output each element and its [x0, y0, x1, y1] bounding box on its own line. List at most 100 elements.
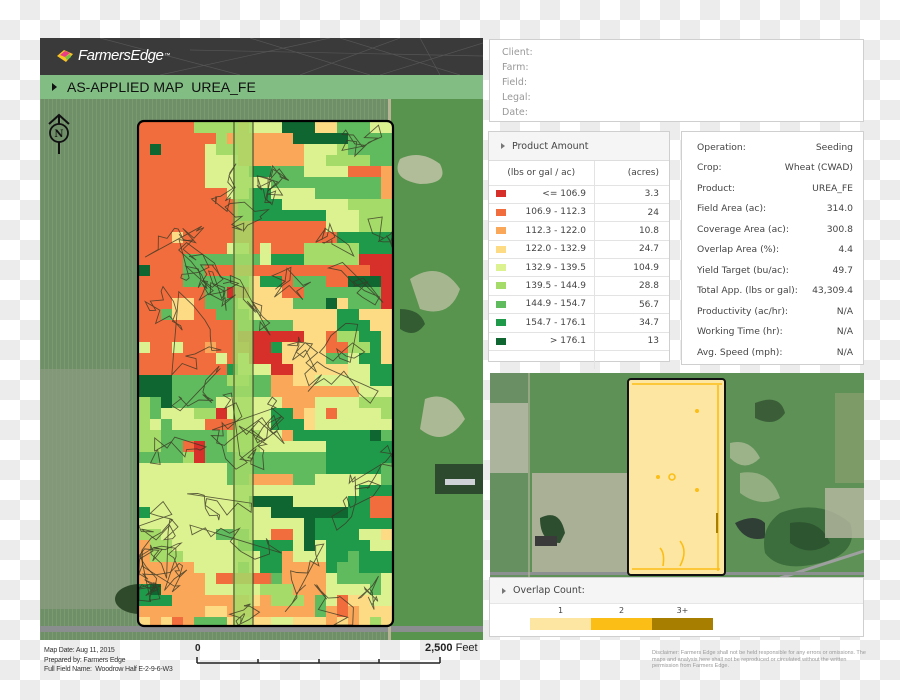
rate-zone-cell: [216, 232, 227, 243]
as-applied-map[interactable]: N: [40, 99, 483, 640]
rate-zone-cell: [216, 584, 227, 595]
rate-zone-cell: [172, 199, 183, 210]
rate-zone-cell: [282, 298, 293, 309]
rate-zone-cell: [315, 199, 326, 210]
rate-zone-cell: [370, 507, 381, 518]
rate-zone-cell: [381, 199, 392, 210]
rate-zone-cell: [370, 331, 381, 342]
rate-zone-cell: [216, 386, 227, 397]
rate-zone-cell: [315, 485, 326, 496]
legend-row: 154.7 - 176.1 34.7: [489, 313, 669, 333]
rate-zone-cell: [139, 199, 150, 210]
stat-label: Overlap Area (%):: [697, 244, 780, 256]
rate-zone-cell: [370, 243, 381, 254]
rate-zone-cell: [271, 485, 282, 496]
rate-zone-cell: [139, 177, 150, 188]
rate-zone-cell: [381, 177, 392, 188]
rate-zone-cell: [260, 232, 271, 243]
rate-zone-cell: [293, 485, 304, 496]
rate-zone-cell: [194, 496, 205, 507]
rate-zone-cell: [139, 287, 150, 298]
rate-zone-cell: [216, 441, 227, 452]
rate-zone-cell: [348, 177, 359, 188]
legend-range: 139.5 - 144.9: [525, 280, 587, 291]
rate-zone-cell: [348, 617, 359, 625]
rate-zone-cell: [315, 507, 326, 518]
rate-zone-cell: [326, 254, 337, 265]
rate-zone-cell: [348, 397, 359, 408]
rate-zone-cell: [370, 188, 381, 199]
rate-zone-cell: [326, 243, 337, 254]
stat-row: Crop: Wheat (CWAD): [697, 158, 853, 179]
rate-zone-cell: [282, 540, 293, 551]
rate-zone-cell: [183, 617, 194, 625]
rate-zone-cell: [150, 353, 161, 364]
rate-zone-cell: [194, 551, 205, 562]
stat-value: 43,309.4: [812, 285, 853, 297]
rate-zone-cell: [183, 507, 194, 518]
rate-zone-cell: [304, 485, 315, 496]
rate-zone-cell: [326, 551, 337, 562]
rate-zone-cell: [139, 342, 150, 353]
rate-zone-cell: [216, 485, 227, 496]
rate-zone-cell: [139, 397, 150, 408]
rate-zone-cell: [293, 188, 304, 199]
rate-zone-cell: [172, 188, 183, 199]
rate-zone-cell: [326, 199, 337, 210]
rate-zone-cell: [183, 309, 194, 320]
rate-zone-cell: [370, 254, 381, 265]
rate-zone-cell: [293, 430, 304, 441]
rate-zone-cell: [172, 419, 183, 430]
rate-zone-cell: [337, 419, 348, 430]
rate-zone-cell: [359, 573, 370, 584]
rate-zone-cell: [381, 342, 392, 353]
rate-zone-cell: [183, 419, 194, 430]
rate-zone-cell: [205, 232, 216, 243]
rate-zone-cell: [370, 199, 381, 210]
rate-zone-cell: [359, 375, 370, 386]
rate-zone-cell: [139, 507, 150, 518]
rate-zone-cell: [337, 287, 348, 298]
rate-zone-cell: [139, 375, 150, 386]
rate-zone-cell: [183, 210, 194, 221]
rate-zone-cell: [282, 331, 293, 342]
rate-zone-cell: [370, 276, 381, 287]
rate-zone-cell: [348, 188, 359, 199]
field-label: Field:: [502, 77, 528, 88]
rate-zone-cell: [348, 199, 359, 210]
rate-zone-cell: [282, 188, 293, 199]
rate-zone-cell: [172, 485, 183, 496]
rate-zone-cell: [315, 287, 326, 298]
rate-zone-cell: [183, 144, 194, 155]
rate-zone-cell: [172, 331, 183, 342]
rate-zone-cell: [293, 320, 304, 331]
overlap-map[interactable]: [490, 373, 864, 578]
rate-zone-cell: [260, 595, 271, 606]
rate-zone-cell: [172, 606, 183, 617]
rate-zone-cell: [194, 606, 205, 617]
rate-zone-cell: [161, 342, 172, 353]
legend-header[interactable]: Product Amount: [489, 132, 669, 161]
rate-zone-cell: [216, 408, 227, 419]
rate-zone-cell: [337, 474, 348, 485]
rate-zone-cell: [293, 254, 304, 265]
stat-value: 49.7: [832, 264, 853, 276]
rate-zone-cell: [293, 144, 304, 155]
rate-zone-cell: [271, 463, 282, 474]
rate-zone-cell: [150, 166, 161, 177]
rate-zone-cell: [172, 386, 183, 397]
overlap-header[interactable]: Overlap Count:: [490, 578, 863, 604]
rate-zone-cell: [271, 606, 282, 617]
rate-zone-cell: [205, 419, 216, 430]
rate-zone-cell: [293, 419, 304, 430]
rate-zone-cell: [293, 518, 304, 529]
rate-zone-cell: [150, 155, 161, 166]
rate-zone-cell: [150, 276, 161, 287]
rate-zone-cell: [205, 562, 216, 573]
legend-acres: 56.7: [594, 295, 669, 315]
rate-zone-cell: [348, 518, 359, 529]
rate-zone-cell: [293, 617, 304, 625]
legend-range: 112.3 - 122.0: [525, 225, 587, 236]
overlap-title: Overlap Count:: [513, 585, 585, 596]
stat-value: Wheat (CWAD): [784, 162, 853, 174]
